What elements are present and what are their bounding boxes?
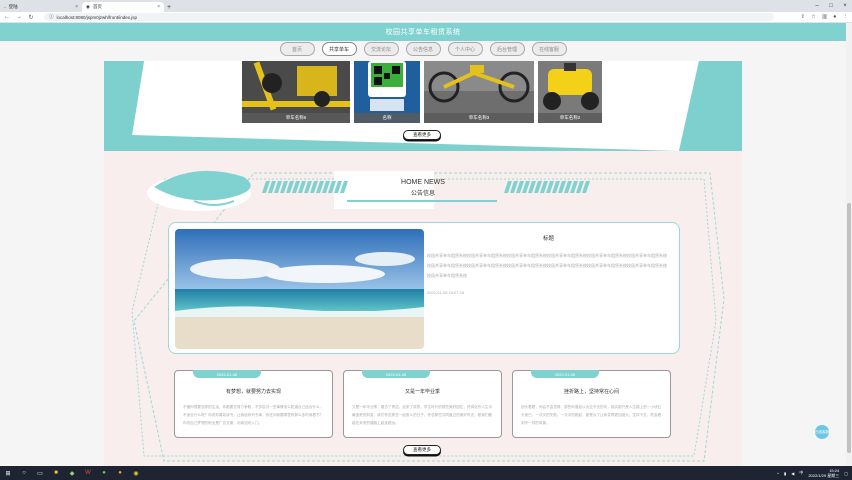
page-viewport: 校园共享单车租赁系统 首页 共享单车 交流论坛 公告信息 个人中心 后台管理 在… xyxy=(0,23,852,466)
share-icon[interactable]: ⇪ xyxy=(800,14,805,20)
task-view-icon[interactable]: ▭ xyxy=(36,469,44,477)
main-nav: 首页 共享单车 交流论坛 公告信息 个人中心 后台管理 在线客服 xyxy=(0,42,846,58)
close-window-icon[interactable]: × xyxy=(838,3,852,9)
news-card-date: 2022-01-06 xyxy=(362,370,430,378)
news-card-date: 2022-01-06 xyxy=(531,370,599,378)
page-scrollbar[interactable] xyxy=(846,23,852,466)
news-card[interactable]: 2022-01-06 挫折路上，坚持常在心间 回头看看，你会不会觉得，那些你曾经… xyxy=(512,370,671,438)
app-icon[interactable]: ● xyxy=(116,469,124,477)
chevron-up-icon[interactable]: ^ xyxy=(777,471,779,476)
volume-icon[interactable]: ◀ xyxy=(791,471,794,476)
os-taskbar: ⊞ ○ ▭ ■ ◆ W ● ● ◉ ^ ▮ ◀ 中 15:24 2022/1/2… xyxy=(0,466,852,480)
nav-item-service[interactable]: 在线客服 xyxy=(531,42,567,56)
product-card[interactable]: 名称 xyxy=(354,61,420,123)
address-bar: ← → ↻ ⓘ localhost:8080/jspm0jzwh/front/i… xyxy=(0,12,852,23)
browser-actions: ⇪ ☆ ▥ ● ⋮ xyxy=(800,14,848,20)
file-explorer-icon[interactable]: ■ xyxy=(52,469,60,477)
browser-tab-login[interactable]: ◦ 登陆 × xyxy=(0,2,82,12)
menu-icon[interactable]: ⋮ xyxy=(843,14,849,20)
close-icon[interactable]: × xyxy=(157,4,160,10)
news-heading-en: HOME NEWS xyxy=(401,179,445,186)
new-tab-button[interactable]: + xyxy=(164,2,174,12)
online-service-float-button[interactable]: 在线客服 xyxy=(815,425,829,439)
product-card[interactable]: 单车名称6 xyxy=(242,61,350,123)
nav-item-bikes[interactable]: 共享单车 xyxy=(321,42,357,56)
product-caption: 单车名称6 xyxy=(242,113,350,123)
stripe-decor-left xyxy=(262,181,348,193)
chrome-icon[interactable]: ◉ xyxy=(132,469,140,477)
news-card-title: 挫折路上，坚持常在心间 xyxy=(563,389,619,395)
minimize-icon[interactable]: – xyxy=(810,3,824,9)
back-icon[interactable]: ← xyxy=(4,14,10,20)
wps-icon[interactable]: W xyxy=(84,469,92,477)
browser-tab-home[interactable]: ◉ 首页 × xyxy=(82,2,164,12)
featured-news-date: 2022-01-06 15:07:16 xyxy=(427,290,465,295)
news-card-body: 不管你想要怎样的生活，你都要去努力争取，不多尝试一些事情怎么知道自己适合什么，不… xyxy=(183,405,324,425)
maximize-icon[interactable]: □ xyxy=(824,3,838,9)
featured-news-body: 校园共享单车租赁系统校园共享单车租赁系统校园共享单车租赁系统校园共享单车租赁系统… xyxy=(427,253,667,278)
system-tray: ^ ▮ ◀ 中 15:24 2022/1/29 星期三 ▢ xyxy=(777,468,848,478)
forward-icon[interactable]: → xyxy=(16,14,22,20)
news-card[interactable]: 2022-01-06 有梦想，就要努力去实现 不管你想要怎样的生活，你都要去努力… xyxy=(174,370,333,438)
news-heading-cn: 公告信息 xyxy=(410,191,435,197)
news-card-title: 有梦想，就要努力去实现 xyxy=(225,389,281,395)
news-card-body: 回头看看，你会不会觉得，那些你曾经以为过不去的坎，其实都只是人生路上的一小块石头… xyxy=(521,405,662,425)
product-card[interactable]: 单车名称3 xyxy=(424,61,534,123)
site-header: 校园共享单车租赁系统 xyxy=(0,23,846,41)
news-card[interactable]: 2022-01-06 又是一年毕业季 又是一年毕业季，褪去了青涩，迎来了成熟，学… xyxy=(343,370,502,438)
product-card[interactable]: 单车名称2 xyxy=(538,61,602,123)
nav-item-notices[interactable]: 公告信息 xyxy=(405,42,441,56)
ime-indicator[interactable]: 中 xyxy=(799,470,803,476)
start-icon[interactable]: ⊞ xyxy=(4,469,12,477)
featured-news-card[interactable]: 标题 校园共享单车租赁系统校园共享单车租赁系统校园共享单车租赁系统校园共享单车租… xyxy=(168,222,680,354)
featured-news-image xyxy=(175,229,424,349)
url-field[interactable]: ⓘ localhost:8080/jspm0jzwh/front/index.j… xyxy=(44,13,774,21)
product-caption: 单车名称3 xyxy=(424,113,534,123)
nav-item-admin[interactable]: 后台管理 xyxy=(489,42,525,56)
search-icon[interactable]: ○ xyxy=(20,469,28,477)
page-icon: ◦ xyxy=(4,4,6,10)
news-more-button[interactable]: 查看更多 xyxy=(403,445,441,455)
product-cards: 单车名称6 名称 单车名称3 单车名称2 xyxy=(242,61,602,123)
app-icon[interactable]: ● xyxy=(100,469,108,477)
nav-item-forum[interactable]: 交流论坛 xyxy=(363,42,399,56)
scrollbar-thumb[interactable] xyxy=(847,203,851,453)
clock[interactable]: 15:24 2022/1/29 星期三 xyxy=(808,468,839,478)
reload-icon[interactable]: ↻ xyxy=(28,14,34,21)
news-card-body: 又是一年毕业季，褪去了青涩，迎来了成熟，学生时代的那些美好回忆，终将化作人生中最… xyxy=(352,405,493,425)
product-caption: 单车名称2 xyxy=(538,113,602,123)
sidebar-icon[interactable]: ▥ xyxy=(822,14,827,20)
featured-news-title: 标题 xyxy=(543,236,555,242)
page-icon: ◉ xyxy=(86,4,90,9)
browser-tab-bar: ◦ 登陆 × ◉ 首页 × + – □ × xyxy=(0,0,852,12)
stripe-decor-right xyxy=(504,181,590,193)
profile-icon[interactable]: ● xyxy=(833,14,836,20)
news-card-title: 又是一年毕业季 xyxy=(404,389,440,395)
heading-underline xyxy=(347,200,497,202)
notification-icon[interactable]: ▢ xyxy=(844,471,848,476)
star-icon[interactable]: ☆ xyxy=(811,14,816,20)
network-icon[interactable]: ▮ xyxy=(784,471,786,476)
news-card-date: 2022-01-06 xyxy=(193,370,261,378)
app-icon[interactable]: ◆ xyxy=(68,469,76,477)
info-icon: ⓘ xyxy=(49,14,54,19)
product-caption: 名称 xyxy=(354,113,420,123)
window-controls: – □ × xyxy=(810,0,852,12)
close-icon[interactable]: × xyxy=(75,4,78,10)
nav-item-profile[interactable]: 个人中心 xyxy=(447,42,483,56)
nav-item-home[interactable]: 首页 xyxy=(279,42,315,56)
site-title: 校园共享单车租赁系统 xyxy=(385,29,461,36)
view-more-button[interactable]: 查看更多 xyxy=(403,130,441,140)
